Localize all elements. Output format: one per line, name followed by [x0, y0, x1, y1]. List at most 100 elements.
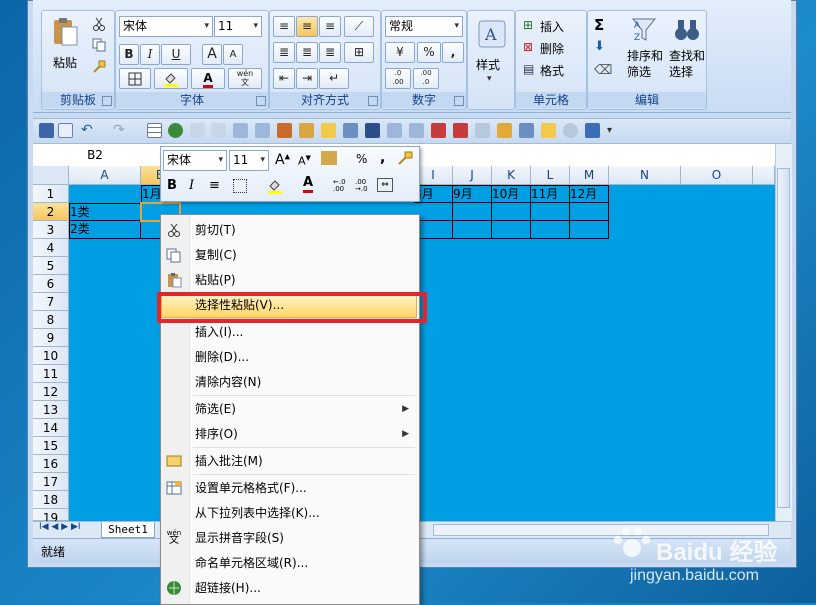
alignment-dialog-launcher[interactable] [368, 96, 378, 106]
align-left-button[interactable]: ≣ [273, 42, 295, 63]
cell-a3[interactable]: 2类 [69, 221, 141, 239]
find-select-button[interactable]: 查找和 选择 [666, 15, 706, 87]
wrap-text-button[interactable]: ↵ [319, 68, 349, 89]
redo-icon[interactable]: ↷ [113, 123, 128, 138]
percent-button[interactable]: % [417, 42, 441, 63]
column-header-k[interactable]: K [492, 166, 531, 185]
scrollbar-thumb[interactable] [777, 168, 790, 508]
sheet-nav-arrows-icon[interactable]: I◀ ◀ ▶ ▶I [39, 522, 81, 532]
sort-filter-button[interactable]: AZ 排序和 筛选 [624, 15, 664, 87]
cell-j2[interactable] [453, 203, 492, 221]
row-header-10[interactable]: 10 [33, 347, 69, 365]
shrink-font-icon[interactable]: A▼ [298, 154, 311, 168]
format-cells-button[interactable]: ▤ 格式 [519, 59, 585, 79]
align-right-button[interactable]: ≣ [319, 42, 341, 63]
styles-button[interactable]: A 样式 ▾ [472, 15, 510, 95]
row-header-16[interactable]: 16 [33, 455, 69, 473]
accounting-icon[interactable] [321, 151, 337, 165]
toolbar-icon[interactable] [475, 123, 490, 138]
customize-toolbar-icon[interactable]: ▾ [607, 123, 622, 138]
row-header-11[interactable]: 11 [33, 365, 69, 383]
phonetic-guide-button[interactable]: wén 文 [228, 68, 262, 89]
number-dialog-launcher[interactable] [454, 96, 464, 106]
cell-l1[interactable]: 11月 [531, 185, 570, 203]
increase-decimal-button[interactable]: .0 .00 [385, 68, 411, 89]
mini-font-dropdown[interactable]: 宋体 ▾ [163, 150, 227, 171]
column-header-j[interactable]: J [453, 166, 492, 185]
cut-icon[interactable] [92, 17, 106, 31]
decrease-indent-button[interactable]: ⇤ [273, 68, 295, 89]
underline-button[interactable]: U [161, 44, 191, 65]
save-icon[interactable] [39, 123, 54, 138]
comma-button[interactable]: , [442, 42, 464, 63]
cell-k3[interactable] [492, 221, 531, 239]
mini-font-color-icon[interactable]: A [303, 176, 314, 193]
open-folder-icon[interactable] [321, 123, 336, 138]
row-header-5[interactable]: 5 [33, 257, 69, 275]
shrink-font-button[interactable]: A [223, 44, 243, 65]
column-header-n[interactable]: N [609, 166, 681, 185]
font-color-button[interactable]: A [191, 68, 225, 89]
row-header-12[interactable]: 12 [33, 383, 69, 401]
cell-k1[interactable]: 10月 [492, 185, 531, 203]
orientation-button[interactable]: ⟋ [344, 16, 374, 37]
menu-item-cut[interactable]: 剪切(T) [161, 218, 417, 242]
bold-button[interactable]: B [119, 44, 139, 65]
mini-bold-button[interactable]: B [167, 178, 177, 193]
cell-m2[interactable] [570, 203, 609, 221]
name-box[interactable]: B2 [35, 146, 155, 164]
toolbar-icon[interactable] [497, 123, 512, 138]
toolbar-icon[interactable] [563, 123, 578, 138]
menu-item-clear-contents[interactable]: 清除内容(N) [161, 370, 417, 394]
mini-comma-button[interactable]: , [380, 150, 385, 166]
merge-center-button[interactable]: ⊞ [344, 42, 374, 63]
mini-decrease-decimal-icon[interactable]: .00 →.0 [355, 179, 368, 193]
menu-item-hyperlink[interactable]: 超链接(H)... [161, 576, 417, 600]
row-header-1[interactable]: 1 [33, 185, 69, 203]
row-header-4[interactable]: 4 [33, 239, 69, 257]
menu-item-delete[interactable]: 删除(D)... [161, 345, 417, 369]
column-header-m[interactable]: M [570, 166, 609, 185]
mini-percent-button[interactable]: % [356, 152, 367, 166]
toolbar-icon[interactable] [299, 123, 314, 138]
cell-k2[interactable] [492, 203, 531, 221]
insert-cells-button[interactable]: ⊞ 插入 [519, 15, 585, 35]
toolbar-icon[interactable] [541, 123, 556, 138]
cell-m3[interactable] [570, 221, 609, 239]
cell-l3[interactable] [531, 221, 570, 239]
hyperlink-icon[interactable] [168, 123, 183, 138]
row-header-18[interactable]: 18 [33, 491, 69, 509]
font-size-dropdown[interactable]: 11 ▾ [214, 16, 262, 37]
bottom-align-button[interactable]: ≡ [319, 16, 341, 37]
row-header-7[interactable]: 7 [33, 293, 69, 311]
fill-icon[interactable]: ⬇ [594, 39, 605, 54]
middle-align-button[interactable]: ≡ [296, 16, 318, 37]
row-header-15[interactable]: 15 [33, 437, 69, 455]
column-header-o[interactable]: O [681, 166, 753, 185]
menu-item-show-phonetic[interactable]: wén 文 显示拼音字段(S) [161, 526, 417, 550]
row-header-8[interactable]: 8 [33, 311, 69, 329]
paste-button[interactable]: 粘贴 [46, 15, 82, 75]
italic-button[interactable]: I [140, 44, 160, 65]
menu-item-sort[interactable]: 排序(O) ▶ [161, 422, 417, 446]
column-header-a[interactable]: A [69, 166, 141, 185]
grow-font-icon[interactable]: A▲ [275, 152, 290, 168]
row-header-9[interactable]: 9 [33, 329, 69, 347]
cell-j3[interactable] [453, 221, 492, 239]
row-header-13[interactable]: 13 [33, 401, 69, 419]
cell-l2[interactable] [531, 203, 570, 221]
row-header-2[interactable]: 2 [33, 203, 69, 221]
center-button[interactable]: ≣ [296, 42, 318, 63]
toolbar-icon[interactable] [343, 123, 358, 138]
toolbar-icon[interactable] [431, 123, 446, 138]
toolbar-icon[interactable] [409, 123, 424, 138]
sheet-tab-sheet1[interactable]: Sheet1 [101, 522, 155, 538]
clear-icon[interactable]: ⌫ [594, 63, 612, 78]
menu-item-copy[interactable]: 复制(C) [161, 243, 417, 267]
accounting-format-button[interactable]: ¥ [385, 42, 415, 63]
row-header-17[interactable]: 17 [33, 473, 69, 491]
toolbar-icon[interactable] [453, 123, 468, 138]
row-header-19[interactable]: 19 [33, 509, 69, 525]
mini-increase-decimal-icon[interactable]: ←.0.00 [333, 179, 346, 193]
menu-item-insert-comment[interactable]: 插入批注(M) [161, 449, 417, 473]
